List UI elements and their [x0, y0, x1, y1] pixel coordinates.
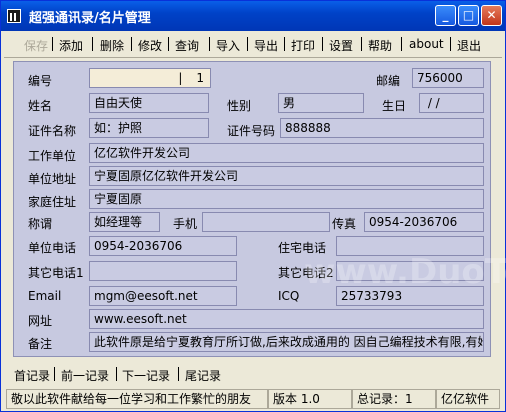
menu-export[interactable]: 导出 [254, 37, 278, 54]
menu-delete[interactable]: 删除 [100, 37, 124, 54]
company-field[interactable]: 亿亿软件开发公司 [89, 143, 484, 163]
prev-record-button[interactable]: 前一记录 [61, 367, 109, 384]
name-label: 姓名 [28, 99, 53, 113]
menu-save[interactable]: 保存 [24, 37, 48, 54]
home-addr-label: 家庭住址 [28, 195, 77, 209]
menu-separator [209, 37, 210, 51]
menu-separator [361, 37, 362, 51]
id-field[interactable]: | 1 [89, 68, 211, 88]
company-addr-label: 单位地址 [28, 172, 77, 186]
mobile-label: 手机 [173, 217, 198, 231]
mobile-field[interactable] [202, 212, 330, 232]
menu-separator [401, 37, 402, 51]
idtype-label: 证件名称 [28, 124, 77, 138]
birthday-field[interactable]: / / [419, 93, 484, 113]
status-total: 总记录：1 [352, 389, 436, 409]
work-phone-field[interactable]: 0954-2036706 [89, 236, 237, 256]
toolbar-menu: 保存 添加 删除 修改 查询 导入 导出 打印 设置 帮助 about 退出 [4, 31, 502, 58]
email-field[interactable]: mgm@eesoft.net [89, 286, 237, 306]
app-icon [7, 9, 21, 23]
main-window: 超强通讯录/名片管理 _ □ ✕ 保存 添加 删除 修改 查询 导入 导出 打印… [0, 0, 506, 412]
menu-import[interactable]: 导入 [216, 37, 240, 54]
title-label: 称谓 [28, 217, 53, 231]
fax-field[interactable]: 0954-2036706 [364, 212, 484, 232]
watermark-text: www.DuoTe.com [304, 252, 506, 292]
company-label: 工作单位 [28, 149, 77, 163]
other-phone1-field[interactable] [89, 261, 237, 281]
idno-field[interactable]: 888888 [280, 118, 484, 138]
text-caret: | [178, 71, 183, 85]
gender-label: 性别 [227, 99, 252, 113]
status-bar: 敬以此软件献给每一位学习和工作繁忙的朋友 版本 1.0 总记录：1 亿亿软件 [4, 389, 502, 409]
name-field[interactable]: 自由天使 [89, 93, 209, 113]
birthday-label: 生日 [382, 99, 407, 113]
window-title: 超强通讯录/名片管理 [29, 11, 151, 26]
web-label: 网址 [28, 314, 53, 328]
fax-label: 传真 [332, 217, 357, 231]
menu-settings[interactable]: 设置 [329, 37, 353, 54]
work-phone-label: 单位电话 [28, 241, 77, 255]
menu-print[interactable]: 打印 [291, 37, 315, 54]
nav-separator [178, 367, 179, 381]
web-field[interactable]: www.eesoft.net [89, 309, 484, 329]
company-addr-field[interactable]: 宁夏固原亿亿软件开发公司 [89, 166, 484, 186]
id-label: 编号 [28, 74, 53, 88]
title-field[interactable]: 如经理等 [89, 212, 160, 232]
other-phone1-label: 其它电话1 [28, 266, 84, 280]
menu-separator [131, 37, 132, 51]
menu-separator [92, 37, 93, 51]
menu-separator [322, 37, 323, 51]
last-record-button[interactable]: 尾记录 [185, 367, 221, 384]
record-navigation: 首记录 前一记录 下一记录 尾记录 [4, 361, 502, 383]
menu-about[interactable]: about [409, 37, 444, 51]
status-version: 版本 1.0 [268, 389, 352, 409]
status-brand: 亿亿软件 [436, 389, 500, 409]
menu-separator [284, 37, 285, 51]
note-label: 备注 [28, 337, 53, 351]
next-record-button[interactable]: 下一记录 [122, 367, 170, 384]
zip-label: 邮编 [376, 74, 401, 88]
gender-field[interactable]: 男 [278, 93, 364, 113]
idno-label: 证件号码 [227, 124, 276, 138]
minimize-button[interactable]: _ [435, 5, 456, 26]
email-label: Email [28, 289, 62, 303]
zip-field[interactable]: 756000 [412, 68, 484, 88]
menu-add[interactable]: 添加 [59, 37, 83, 54]
maximize-button[interactable]: □ [458, 5, 479, 26]
menu-help[interactable]: 帮助 [368, 37, 392, 54]
home-addr-field[interactable]: 宁夏固原 [89, 189, 484, 209]
nav-separator [116, 367, 117, 381]
menu-separator [168, 37, 169, 51]
menu-edit[interactable]: 修改 [138, 37, 162, 54]
menu-separator [450, 37, 451, 51]
idtype-field[interactable]: 如：护照 [89, 118, 209, 138]
status-message: 敬以此软件献给每一位学习和工作繁忙的朋友 [6, 389, 268, 409]
title-bar[interactable]: 超强通讯录/名片管理 _ □ ✕ [1, 1, 505, 31]
nav-separator [54, 367, 55, 381]
menu-separator [52, 37, 53, 51]
menu-separator [247, 37, 248, 51]
menu-query[interactable]: 查询 [175, 37, 199, 54]
contact-form-panel: 编号 | 1 邮编 756000 姓名 自由天使 性别 男 生日 / / 证件名称… [13, 61, 506, 357]
close-button[interactable]: ✕ [481, 5, 502, 26]
icq-label: ICQ [278, 289, 300, 303]
first-record-button[interactable]: 首记录 [14, 367, 50, 384]
note-field[interactable]: 此软件原是给宁夏教育厅所订做,后来改成通用的 因自己编程技术有限,有她 [89, 332, 484, 352]
menu-exit[interactable]: 退出 [457, 37, 481, 54]
